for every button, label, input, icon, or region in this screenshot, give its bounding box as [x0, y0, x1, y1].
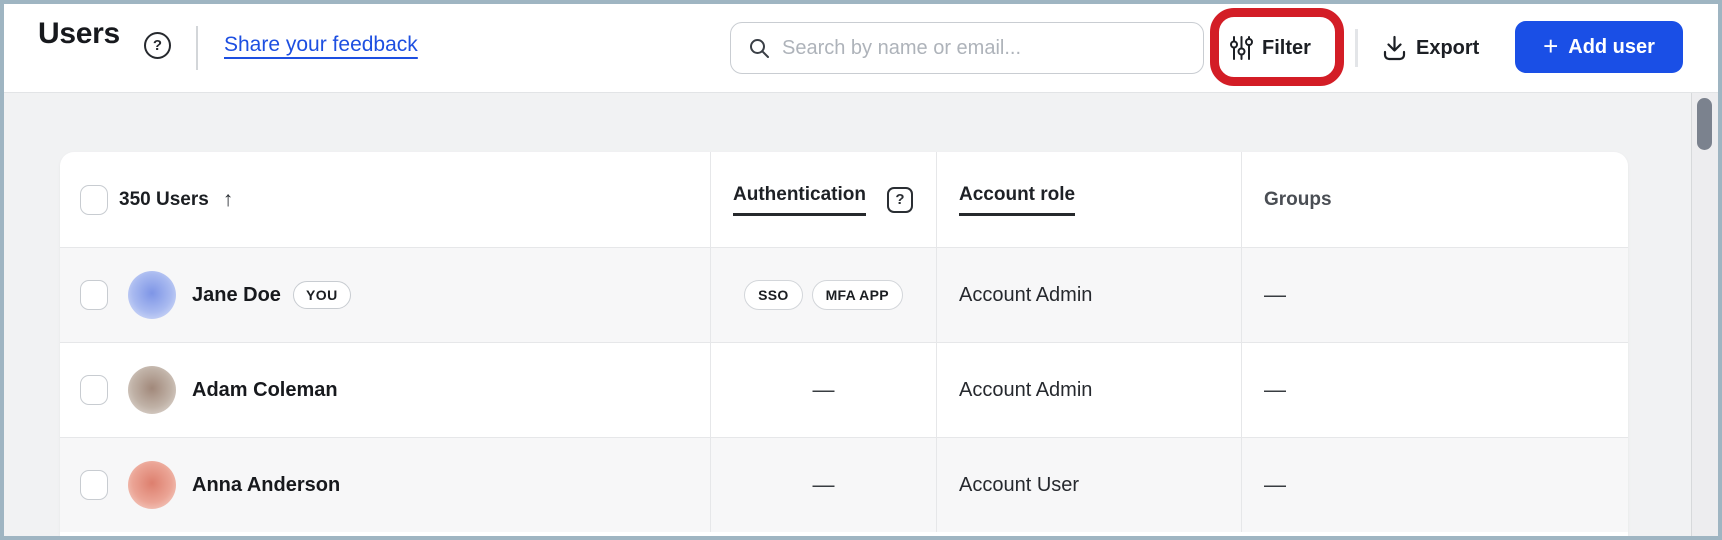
avatar — [128, 366, 176, 414]
user-name: Anna Anderson — [192, 474, 340, 497]
authentication-help-icon[interactable]: ? — [887, 187, 913, 213]
download-icon — [1382, 35, 1407, 61]
plus-icon: + — [1543, 33, 1558, 59]
mfa-app-badge: MFA APP — [812, 280, 903, 310]
help-icon[interactable]: ? — [144, 32, 171, 59]
column-header-authentication[interactable]: Authentication — [733, 184, 866, 216]
feedback-link[interactable]: Share your feedback — [224, 33, 418, 57]
groups-empty-value: — — [1264, 377, 1286, 403]
column-header-account-role[interactable]: Account role — [959, 184, 1075, 216]
add-user-button[interactable]: + Add user — [1515, 21, 1683, 73]
avatar — [128, 461, 176, 509]
search-input[interactable] — [782, 37, 1172, 60]
row-checkbox[interactable] — [80, 375, 108, 405]
user-name: Jane Doe — [192, 284, 281, 307]
add-user-label: Add user — [1568, 36, 1655, 59]
filter-button[interactable]: Filter — [1230, 26, 1311, 70]
avatar — [128, 271, 176, 319]
users-count-header[interactable]: 350 Users — [119, 189, 209, 211]
filter-button-label: Filter — [1262, 37, 1311, 60]
scrollbar-track[interactable] — [1691, 93, 1718, 536]
row-checkbox[interactable] — [80, 470, 108, 500]
select-all-checkbox[interactable] — [80, 185, 108, 215]
you-badge: YOU — [293, 281, 351, 309]
groups-empty-value: — — [1264, 472, 1286, 498]
table-row[interactable]: Adam Coleman — Account Admin — — [60, 342, 1628, 437]
users-page: Users ? Share your feedback Filter — [0, 0, 1722, 540]
account-role-value: Account Admin — [959, 284, 1092, 307]
authentication-empty-value: — — [813, 472, 835, 498]
header-divider — [196, 26, 198, 70]
header-bar: Users ? Share your feedback Filter — [4, 4, 1718, 93]
account-role-value: Account Admin — [959, 379, 1092, 402]
export-button[interactable]: Export — [1382, 26, 1479, 70]
user-name: Adam Coleman — [192, 379, 338, 402]
groups-empty-value: — — [1264, 282, 1286, 308]
authentication-empty-value: — — [813, 377, 835, 403]
table-header-row: 350 Users ↑ Authentication ? Account rol… — [60, 152, 1628, 247]
search-box[interactable] — [730, 22, 1204, 74]
table-row[interactable]: Anna Anderson — Account User — — [60, 437, 1628, 532]
column-header-groups: Groups — [1264, 189, 1332, 211]
toolbar-divider — [1355, 29, 1358, 67]
export-button-label: Export — [1416, 37, 1479, 60]
sort-ascending-icon[interactable]: ↑ — [223, 188, 234, 212]
filter-sliders-icon — [1230, 35, 1253, 61]
users-table: 350 Users ↑ Authentication ? Account rol… — [60, 152, 1628, 536]
page-title: Users — [38, 17, 120, 51]
row-checkbox[interactable] — [80, 280, 108, 310]
table-row[interactable]: Jane Doe YOU SSO MFA APP Account Admin — — [60, 247, 1628, 342]
account-role-value: Account User — [959, 474, 1079, 497]
search-icon — [747, 36, 771, 60]
sso-badge: SSO — [744, 280, 802, 310]
scrollbar-thumb[interactable] — [1697, 98, 1712, 150]
